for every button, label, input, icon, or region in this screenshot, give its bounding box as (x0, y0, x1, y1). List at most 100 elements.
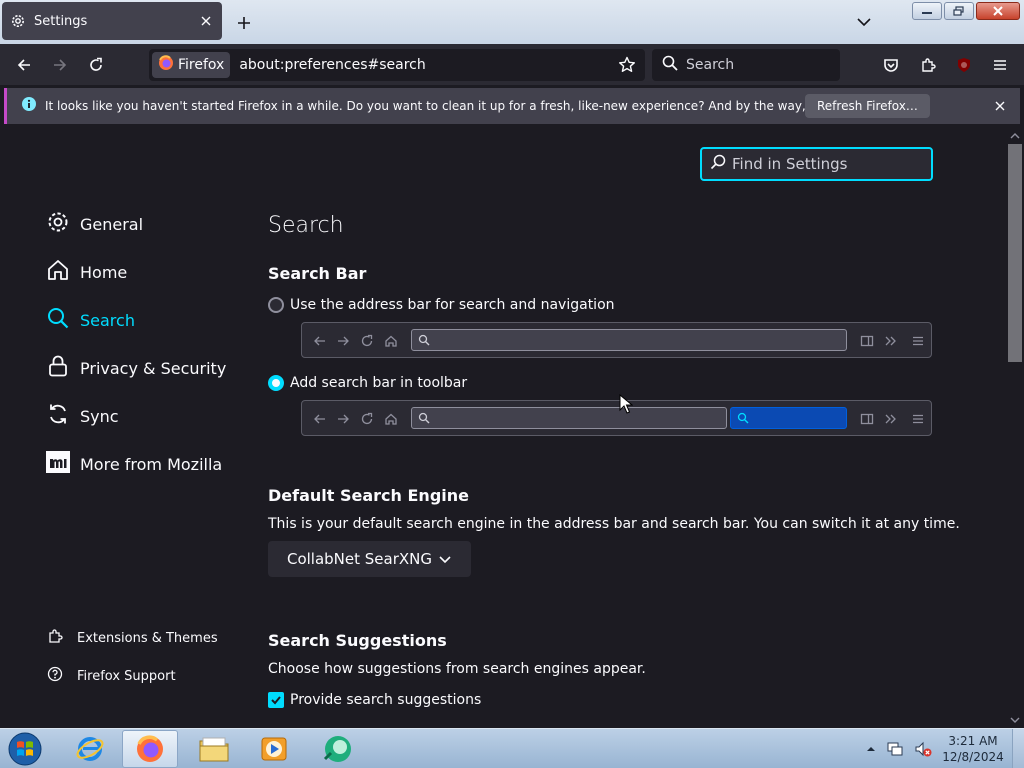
media-player-icon[interactable] (246, 730, 302, 768)
chevron-down-icon[interactable] (852, 12, 876, 32)
minimize-button[interactable] (912, 2, 942, 20)
volume-muted-icon[interactable] (914, 740, 932, 758)
overflow-icon (885, 336, 896, 346)
firefox-logo-icon (158, 55, 174, 75)
preview-url-field (411, 407, 727, 429)
reload-icon (361, 412, 373, 425)
file-explorer-icon[interactable] (186, 730, 242, 768)
sidebar-firefox-support[interactable]: Firefox Support (47, 666, 176, 686)
scroll-up-icon[interactable] (1010, 131, 1020, 141)
sidebar-item-label: More from Mozilla (80, 454, 223, 474)
help-icon (47, 666, 63, 686)
puzzle-icon (47, 628, 63, 648)
radio-button[interactable] (268, 375, 284, 391)
forward-button[interactable] (47, 52, 73, 78)
window-controls (912, 2, 1020, 20)
toolbar-search-bar[interactable] (652, 49, 840, 81)
radio-toolbar-search[interactable]: Add search bar in toolbar (268, 375, 467, 391)
url-text[interactable]: about:preferences#search (239, 57, 615, 73)
search-input[interactable] (686, 57, 826, 73)
reload-button[interactable] (83, 52, 109, 78)
green-app-icon[interactable] (310, 730, 366, 768)
sidebar-extensions-themes[interactable]: Extensions & Themes (47, 628, 218, 648)
sidebar-item-home[interactable]: Home (46, 258, 127, 286)
mouse-pointer-icon (619, 394, 633, 414)
sidebar-item-search[interactable]: Search (46, 306, 135, 334)
show-desktop-button[interactable] (1012, 729, 1024, 768)
back-icon (314, 336, 325, 346)
home-icon (46, 258, 70, 286)
sidebar-icon (860, 413, 874, 425)
scrollbar[interactable] (1006, 128, 1024, 728)
taskbar-clock[interactable]: 3:21 AM 12/8/2024 (936, 733, 1010, 765)
forward-icon (338, 414, 349, 424)
taskbar: 3:21 AM 12/8/2024 (0, 728, 1024, 768)
find-placeholder: Find in Settings (732, 155, 848, 173)
radio-address-bar[interactable]: Use the address bar for search and navig… (268, 297, 615, 313)
ublock-origin-icon[interactable] (951, 52, 977, 78)
search-icon (737, 412, 749, 424)
search-icon (662, 55, 678, 75)
radio-label: Add search bar in toolbar (290, 375, 468, 391)
provide-suggestions-checkbox-row[interactable]: Provide search suggestions (268, 692, 481, 708)
search-suggestions-heading: Search Suggestions (268, 631, 447, 650)
extensions-puzzle-icon[interactable] (915, 52, 941, 78)
search-suggestions-description: Choose how suggestions from search engin… (268, 661, 646, 677)
default-engine-heading: Default Search Engine (268, 486, 469, 505)
firefox-taskbar-icon[interactable] (122, 730, 178, 768)
back-button[interactable] (11, 52, 37, 78)
radio-label: Use the address bar for search and navig… (290, 297, 615, 313)
default-engine-description: This is your default search engine in th… (268, 516, 960, 532)
notification-message: It looks like you haven't started Firefo… (45, 99, 901, 113)
reload-icon (361, 334, 373, 347)
provide-suggestions-checkbox[interactable] (268, 692, 284, 708)
sidebar-item-label: Sync (80, 406, 119, 426)
tab-title: Settings (34, 13, 88, 29)
start-button[interactable] (4, 730, 46, 768)
show-hidden-icons-icon[interactable] (866, 744, 876, 754)
internet-explorer-icon[interactable] (62, 730, 118, 768)
info-icon (21, 96, 37, 116)
radio-button[interactable] (268, 297, 284, 313)
sidebar-item-more-from-mozilla[interactable]: More from Mozilla (46, 450, 222, 478)
sidebar-icon (860, 335, 874, 347)
sidebar-item-sync[interactable]: Sync (46, 402, 119, 430)
forward-icon (338, 336, 349, 346)
screen: Settings Firefox about:preferences#searc… (0, 0, 1024, 768)
address-bar[interactable]: Firefox about:preferences#search (149, 49, 645, 81)
overflow-icon (885, 414, 896, 424)
clock-date: 12/8/2024 (942, 750, 1004, 764)
lock-icon (46, 354, 70, 382)
sidebar-item-label: General (80, 214, 144, 234)
scroll-down-icon[interactable] (1010, 715, 1020, 725)
close-icon[interactable] (198, 13, 214, 29)
checkbox-label: Provide search suggestions (290, 692, 482, 708)
scroll-thumb[interactable] (1008, 144, 1022, 362)
close-icon[interactable] (992, 98, 1008, 114)
new-tab-button[interactable] (232, 11, 256, 35)
bookmark-star-icon[interactable] (615, 53, 639, 77)
default-engine-select[interactable]: CollabNet SearXNG (268, 541, 471, 577)
home-icon (385, 335, 397, 347)
identity-box[interactable]: Firefox (152, 52, 231, 78)
close-window-button[interactable] (976, 2, 1020, 20)
menu-hamburger-icon[interactable] (987, 52, 1013, 78)
network-icon[interactable] (886, 740, 904, 758)
search-icon (710, 154, 726, 174)
sidebar-item-privacy[interactable]: Privacy & Security (46, 354, 226, 382)
sidebar-item-label: Search (80, 310, 135, 330)
toolbar-search-preview-image (301, 400, 932, 436)
sidebar-item-general[interactable]: General (46, 210, 143, 238)
find-in-settings-input[interactable]: Find in Settings (700, 147, 933, 181)
menu-hamburger-icon (913, 336, 923, 346)
restore-button[interactable] (944, 2, 974, 20)
tab-settings[interactable]: Settings (2, 2, 222, 40)
search-bar-heading: Search Bar (268, 264, 367, 283)
refresh-firefox-button[interactable]: Refresh Firefox… (805, 94, 930, 118)
system-tray (866, 729, 932, 768)
pocket-icon[interactable] (878, 52, 904, 78)
menu-hamburger-icon (913, 414, 923, 424)
notification-bar: It looks like you haven't started Firefo… (4, 88, 1020, 124)
clock-time: 3:21 AM (948, 734, 998, 748)
mozilla-icon (46, 450, 70, 478)
